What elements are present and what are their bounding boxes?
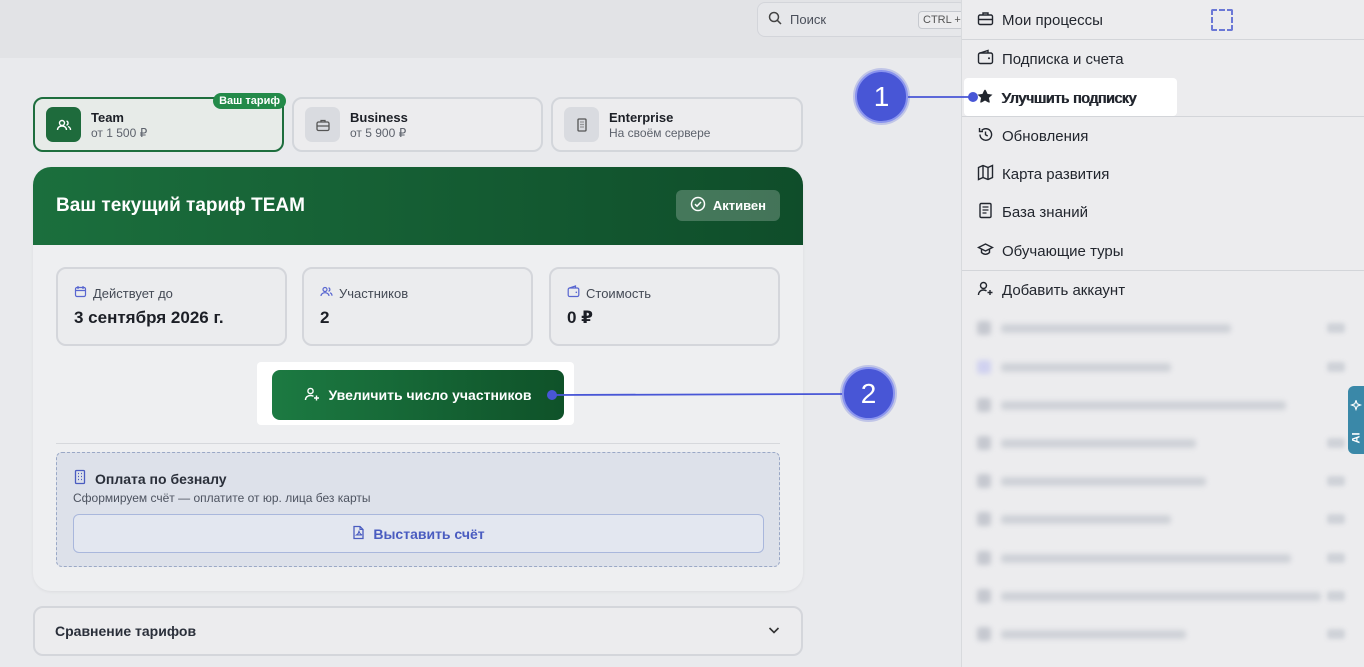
callout-connectors [547, 92, 978, 400]
callout-badge: 2 [842, 367, 895, 420]
callout-badge: 1 [855, 70, 908, 123]
